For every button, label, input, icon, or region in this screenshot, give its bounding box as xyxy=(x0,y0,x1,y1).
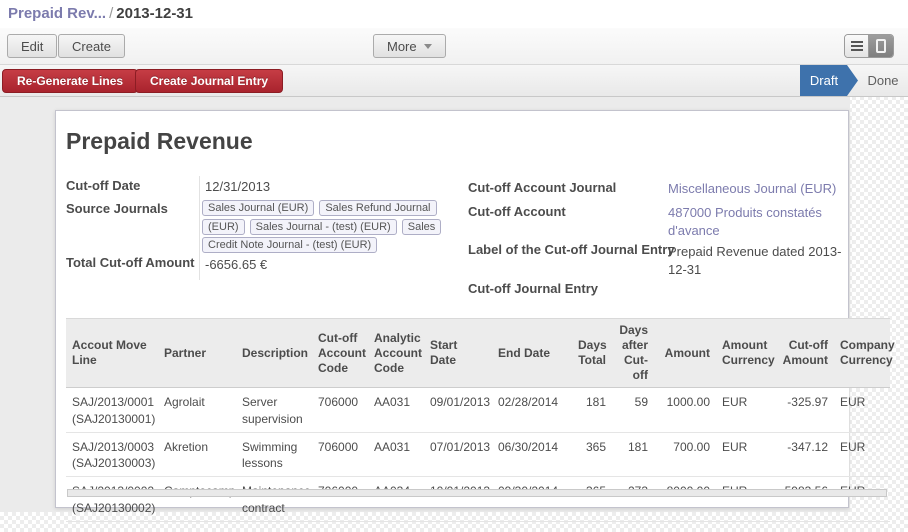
breadcrumb: Prepaid Rev.../2013-12-31 xyxy=(8,5,193,22)
cell-partner: Akretion xyxy=(158,432,236,477)
breadcrumb-separator: / xyxy=(106,5,116,22)
action-bar: Re-Generate Lines Create Journal Entry D… xyxy=(0,65,908,97)
field-column-divider xyxy=(199,176,200,280)
cell-cutoff-account-code: 706000 xyxy=(312,388,368,433)
cell-company-currency: EUR xyxy=(834,477,890,522)
cell-days-total: 181 xyxy=(572,388,612,433)
table-row[interactable]: SAJ/2013/0003 (SAJ20130003) Akretion Swi… xyxy=(66,432,890,477)
cell-company-currency: EUR xyxy=(834,388,890,433)
cell-cutoff-amount: -347.12 xyxy=(772,432,834,477)
cell-move-line: SAJ/2013/0003 (SAJ20130003) xyxy=(66,432,158,477)
cutoff-date-label: Cut-off Date xyxy=(66,178,198,195)
column-header-amount[interactable]: Amount xyxy=(654,319,716,388)
list-view-button[interactable] xyxy=(845,35,869,57)
cell-start-date: 07/01/2013 xyxy=(424,432,492,477)
more-button[interactable]: More xyxy=(373,34,446,58)
form-button-row: Edit Create More xyxy=(0,28,908,65)
regenerate-lines-button[interactable]: Re-Generate Lines xyxy=(2,69,138,93)
chevron-down-icon xyxy=(424,44,432,49)
journal-entry-label-label: Label of the Cut-off Journal Entry xyxy=(468,242,678,259)
more-button-label: More xyxy=(387,39,417,54)
cell-move-line: SAJ/2013/0002 (SAJ20130002) xyxy=(66,477,158,522)
cell-description: Maintenance contract xyxy=(236,477,312,522)
cell-days-after-cutoff: 181 xyxy=(612,432,654,477)
total-cutoff-amount-value: -6656.65 € xyxy=(205,256,455,274)
cell-amount: 700.00 xyxy=(654,432,716,477)
create-button[interactable]: Create xyxy=(58,34,125,58)
column-header-end-date[interactable]: End Date xyxy=(492,319,572,388)
column-header-amount-currency[interactable]: Amount Currency xyxy=(716,319,772,388)
cutoff-account-journal-label: Cut-off Account Journal xyxy=(468,180,678,197)
create-journal-entry-button[interactable]: Create Journal Entry xyxy=(135,69,283,93)
form-icon xyxy=(876,39,886,53)
list-icon xyxy=(851,41,863,51)
column-header-partner[interactable]: Partner xyxy=(158,319,236,388)
odoo-prepaid-revenue-form: { "breadcrumb": { "parent": "Prepaid Rev… xyxy=(0,0,908,532)
column-header-description[interactable]: Description xyxy=(236,319,312,388)
cell-end-date: 09/30/2014 xyxy=(492,477,572,522)
cell-amount-currency: EUR xyxy=(716,388,772,433)
source-journals-tags: Sales Journal (EUR) Sales Refund Journal… xyxy=(202,199,446,255)
page-title: Prepaid Revenue xyxy=(66,128,253,155)
cell-amount-currency: EUR xyxy=(716,432,772,477)
table-header-row: Accout Move Line Partner Description Cut… xyxy=(66,319,890,388)
cell-analytic-account-code: AA034 xyxy=(368,477,424,522)
journal-tag: Sales Journal (EUR) xyxy=(202,200,314,216)
column-header-analytic-account-code[interactable]: Analytic Account Code xyxy=(368,319,424,388)
cell-days-total: 365 xyxy=(572,432,612,477)
column-header-days-total[interactable]: Days Total xyxy=(572,319,612,388)
cell-days-after-cutoff: 59 xyxy=(612,388,654,433)
source-journals-label: Source Journals xyxy=(66,201,198,218)
breadcrumb-parent-link[interactable]: Prepaid Rev... xyxy=(8,5,106,22)
column-header-start-date[interactable]: Start Date xyxy=(424,319,492,388)
sheet-right-border xyxy=(848,110,849,318)
edit-button[interactable]: Edit xyxy=(7,34,57,58)
column-header-company-currency[interactable]: Company Currency xyxy=(834,319,890,388)
top-bar: Prepaid Rev.../2013-12-31 xyxy=(0,0,908,28)
cell-amount: 8000.00 xyxy=(654,477,716,522)
cutoff-account-link[interactable]: 487000 Produits constatés d'avance xyxy=(668,204,844,239)
cell-partner: Agrolait xyxy=(158,388,236,433)
total-cutoff-amount-label: Total Cut-off Amount xyxy=(66,255,198,272)
status-done: Done xyxy=(858,65,908,96)
cell-cutoff-account-code: 706000 xyxy=(312,432,368,477)
cell-end-date: 06/30/2014 xyxy=(492,432,572,477)
cell-amount-currency: EUR xyxy=(716,477,772,522)
cell-start-date: 10/01/2013 xyxy=(424,477,492,522)
cell-days-after-cutoff: 273 xyxy=(612,477,654,522)
horizontal-scrollbar[interactable] xyxy=(67,489,887,497)
column-header-account-move-line[interactable]: Accout Move Line xyxy=(66,319,158,388)
cell-description: Server supervision xyxy=(236,388,312,433)
cell-amount: 1000.00 xyxy=(654,388,716,433)
cell-analytic-account-code: AA031 xyxy=(368,388,424,433)
cutoff-account-label: Cut-off Account xyxy=(468,204,678,221)
cutoff-account-journal-link[interactable]: Miscellaneous Journal (EUR) xyxy=(668,180,844,198)
form-view-button[interactable] xyxy=(869,35,893,57)
column-header-days-after-cutoff[interactable]: Days after Cut-off xyxy=(612,319,654,388)
breadcrumb-current: 2013-12-31 xyxy=(116,5,193,22)
cell-analytic-account-code: AA031 xyxy=(368,432,424,477)
cutoff-date-value: 12/31/2013 xyxy=(205,178,455,196)
cell-end-date: 02/28/2014 xyxy=(492,388,572,433)
statusbar: Draft Done xyxy=(800,65,908,96)
column-header-cutoff-account-code[interactable]: Cut-off Account Code xyxy=(312,319,368,388)
cell-cutoff-amount: -325.97 xyxy=(772,388,834,433)
cell-days-total: 365 xyxy=(572,477,612,522)
cell-cutoff-account-code: 706000 xyxy=(312,477,368,522)
cutoff-journal-entry-label: Cut-off Journal Entry xyxy=(468,281,678,298)
cell-description: Swimming lessons xyxy=(236,432,312,477)
cell-move-line: SAJ/2013/0001 (SAJ20130001) xyxy=(66,388,158,433)
cell-cutoff-amount: -5983.56 xyxy=(772,477,834,522)
view-switcher xyxy=(844,34,894,58)
cell-company-currency: EUR xyxy=(834,432,890,477)
column-header-cutoff-amount[interactable]: Cut-off Amount xyxy=(772,319,834,388)
table-row[interactable]: SAJ/2013/0001 (SAJ20130001) Agrolait Ser… xyxy=(66,388,890,433)
journal-tag: Sales Journal - (test) (EUR) xyxy=(250,219,397,235)
journal-entry-label-value: Prepaid Revenue dated 2013-12-31 xyxy=(668,243,844,278)
table-row[interactable]: SAJ/2013/0002 (SAJ20130002) Camptocamp M… xyxy=(66,477,890,522)
cell-partner: Camptocamp xyxy=(158,477,236,522)
status-draft: Draft xyxy=(800,65,858,96)
cell-start-date: 09/01/2013 xyxy=(424,388,492,433)
